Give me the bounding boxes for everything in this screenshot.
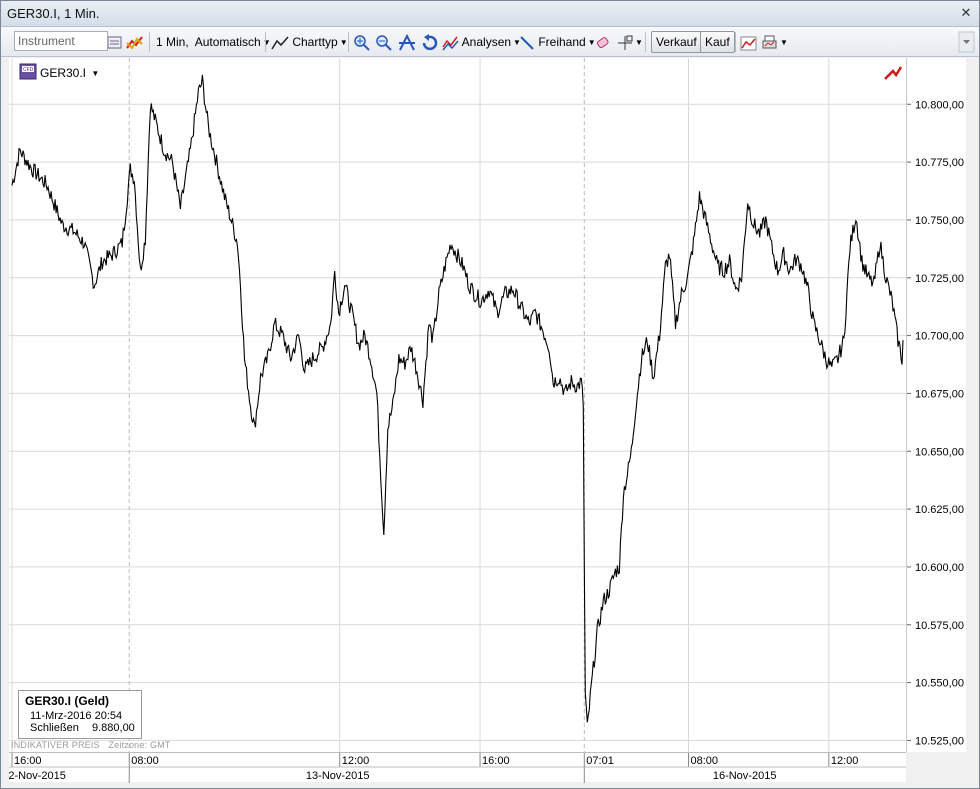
crosshair-icon bbox=[618, 35, 633, 50]
reset-icon[interactable] bbox=[420, 31, 438, 53]
x-time-label: 16:00 bbox=[14, 755, 42, 767]
crosshair-dropdown[interactable]: ▼ bbox=[617, 31, 643, 53]
x-date-label: 13-Nov-2015 bbox=[306, 770, 370, 782]
grid-lines bbox=[9, 58, 906, 752]
verkauf-button[interactable]: Verkauf bbox=[651, 31, 702, 53]
x-time-label: 08:00 bbox=[691, 755, 719, 767]
chevron-down-icon: ▼ bbox=[91, 69, 100, 79]
svg-text:CFD: CFD bbox=[23, 67, 34, 73]
line-chart-icon bbox=[271, 36, 289, 50]
y-tick-label: 10.800,00 bbox=[915, 99, 964, 111]
y-tick-label: 10.550,00 bbox=[915, 678, 964, 690]
charttype-dropdown[interactable]: Charttyp ▼ bbox=[271, 31, 348, 53]
y-tick-label: 10.575,00 bbox=[915, 620, 964, 632]
zoom-in-icon[interactable] bbox=[354, 31, 370, 53]
instrument-label: GER30.I bbox=[40, 66, 87, 80]
instrument-label-dropdown[interactable]: GER30.I ▼ bbox=[40, 66, 99, 80]
y-tick-label: 10.625,00 bbox=[915, 504, 964, 516]
price-chart[interactable]: CFD bbox=[9, 58, 906, 752]
y-tick-label: 10.700,00 bbox=[915, 331, 964, 343]
instrument-picker-icon[interactable] bbox=[107, 31, 123, 53]
freihand-label: Freihand bbox=[538, 35, 586, 49]
interval-dropdown[interactable]: 1 Min, Automatisch ▼ bbox=[156, 31, 271, 53]
y-tick-label: 10.750,00 bbox=[915, 215, 964, 227]
analysen-dropdown[interactable]: Analysen ▼ bbox=[442, 31, 521, 53]
title-bar: GER30.I, 1 Min. ✕ bbox=[1, 1, 979, 27]
eraser-icon[interactable] bbox=[595, 31, 611, 53]
x-time-label: 08:00 bbox=[131, 755, 159, 767]
charttype-label: Charttyp bbox=[292, 35, 338, 49]
autoscale-icon[interactable] bbox=[398, 31, 416, 53]
window-title: GER30.I, 1 Min. bbox=[7, 6, 100, 21]
timezone-label: Zeitzone: GMT bbox=[108, 740, 171, 750]
info-close-label: Schließen bbox=[30, 722, 79, 734]
print-icon bbox=[762, 35, 777, 49]
info-close-value: 9.880,00 bbox=[91, 722, 135, 734]
data-info-box: GER30.I (Geld) 11-Mrz-2016 20:54 Schließ… bbox=[18, 690, 142, 739]
freehand-line-icon bbox=[520, 36, 534, 50]
compare-instruments-icon[interactable] bbox=[126, 31, 144, 53]
info-title: GER30.I (Geld) bbox=[25, 694, 110, 708]
chart-window: GER30.I, 1 Min. ✕ 1 Min, Automatisch ▼ Ch… bbox=[0, 0, 980, 789]
trend-marker-icon bbox=[884, 66, 903, 80]
freihand-dropdown[interactable]: Freihand ▼ bbox=[519, 31, 596, 53]
x-date-label: 12-Nov-2015 bbox=[9, 770, 66, 782]
y-tick-label: 10.675,00 bbox=[915, 388, 964, 400]
analysen-label: Analysen bbox=[461, 35, 512, 49]
cfd-badge-icon: CFD bbox=[19, 63, 37, 80]
toolbar: 1 Min, Automatisch ▼ Charttyp ▼ Analysen ▼ … bbox=[1, 27, 979, 57]
chart-plot-area[interactable]: CFD GER30.I ▼ GER30.I (Geld) 11-Mrz-2016… bbox=[9, 58, 906, 752]
interval-label: 1 Min, bbox=[156, 35, 189, 49]
analysis-icon bbox=[442, 36, 459, 51]
close-icon[interactable]: ✕ bbox=[959, 4, 973, 22]
y-tick-label: 10.725,00 bbox=[915, 273, 964, 285]
x-axis[interactable]: 16:00 08:00 12:00 16:00 07:01 08:00 12:00 12-No… bbox=[2, 752, 906, 783]
print-dropdown[interactable]: ▼ bbox=[761, 31, 788, 53]
y-tick-label: 10.600,00 bbox=[915, 562, 964, 574]
y-tick-label: 10.650,00 bbox=[915, 446, 964, 458]
x-axis-ticks: 16:00 08:00 12:00 16:00 07:01 08:00 12:00 12-No… bbox=[2, 753, 906, 783]
x-time-label: 07:01 bbox=[586, 755, 614, 767]
y-tick-label: 10.525,00 bbox=[915, 735, 964, 747]
x-time-label: 12:00 bbox=[342, 755, 370, 767]
scale-label: Automatisch bbox=[194, 35, 261, 49]
zoom-out-icon[interactable] bbox=[376, 31, 392, 53]
y-axis[interactable]: 10.800,00 10.775,00 10.750,00 10.725,00 10.7… bbox=[906, 58, 966, 752]
x-time-label: 16:00 bbox=[482, 755, 510, 767]
chart-settings-icon[interactable] bbox=[740, 31, 757, 53]
x-date-label: 16-Nov-2015 bbox=[713, 770, 777, 782]
y-axis-ticks: 10.800,00 10.775,00 10.750,00 10.725,00 10.7… bbox=[907, 99, 964, 747]
instrument-input[interactable] bbox=[14, 31, 108, 51]
indicative-label: INDIKATIVER PREIS bbox=[11, 740, 100, 750]
y-tick-label: 10.775,00 bbox=[915, 157, 964, 169]
kauf-button[interactable]: Kauf bbox=[700, 31, 735, 53]
toolbar-overflow-icon[interactable] bbox=[958, 31, 975, 58]
info-datetime: 11-Mrz-2016 20:54 bbox=[30, 710, 123, 722]
x-time-label: 12:00 bbox=[831, 755, 859, 767]
indicative-price-note: INDIKATIVER PREIS Zeitzone: GMT bbox=[11, 740, 171, 750]
